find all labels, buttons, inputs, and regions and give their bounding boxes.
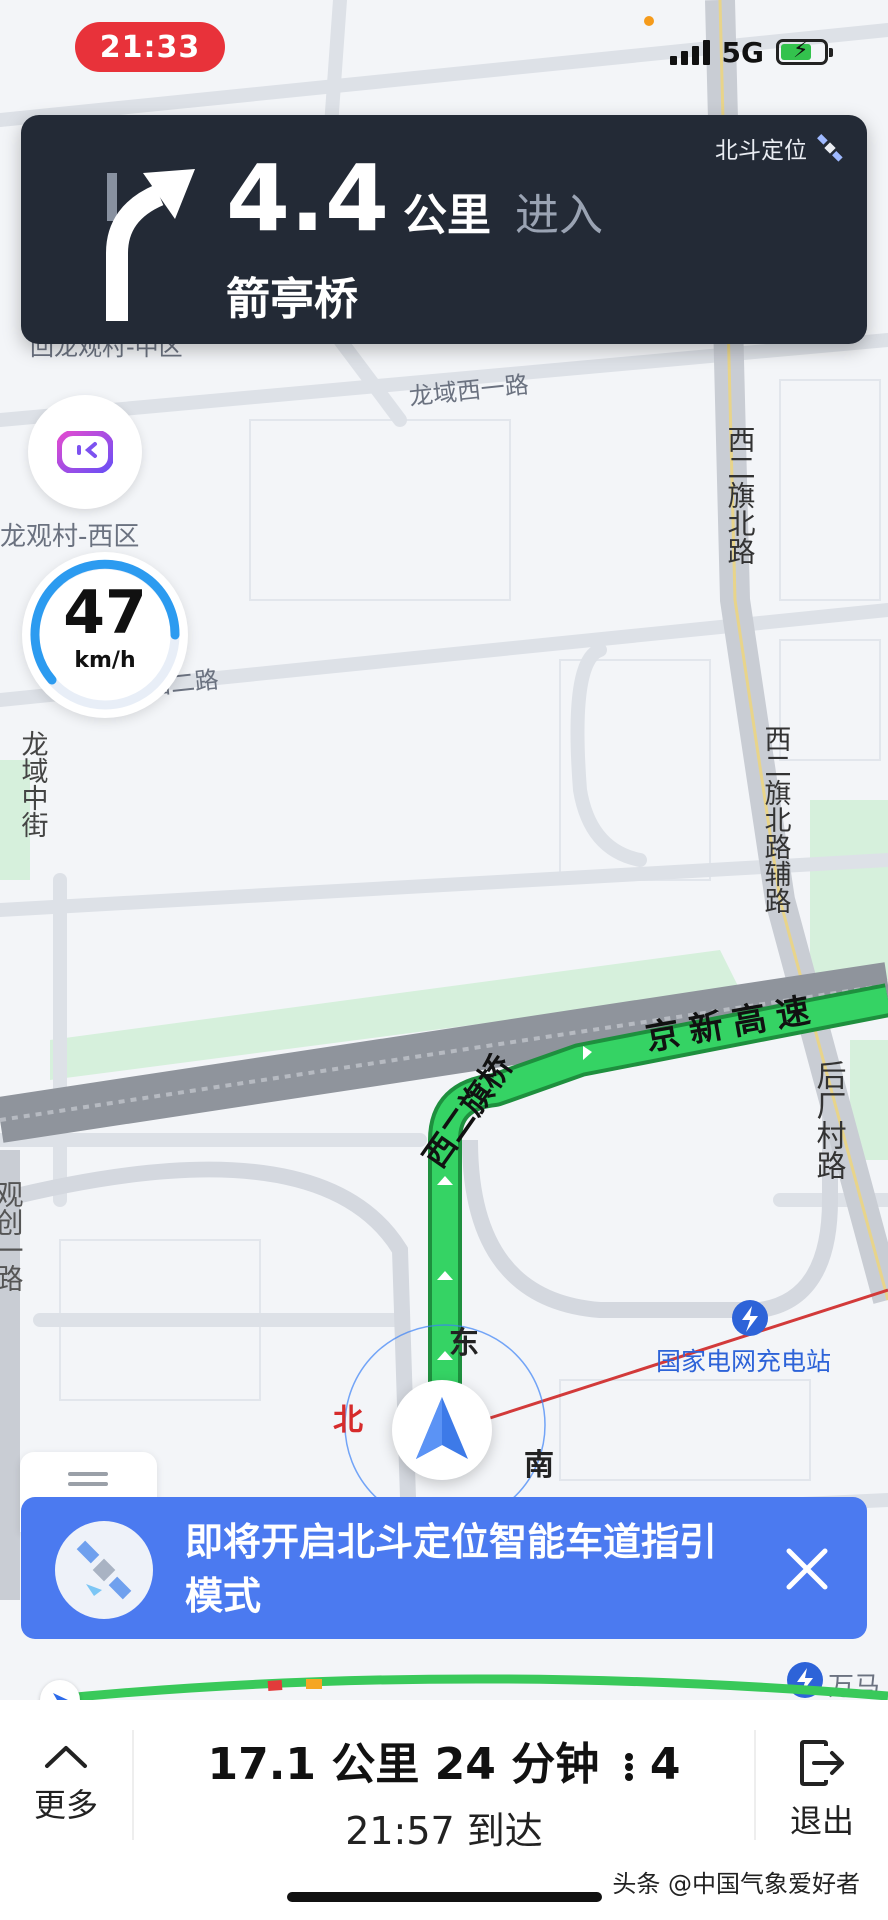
turn-distance: 4.4 公里 进入	[226, 153, 603, 245]
speedometer: 47 km/h	[22, 552, 188, 718]
compass-north: 北	[333, 1403, 363, 1438]
beidou-label: 北斗定位	[715, 138, 807, 164]
charging-station-icon[interactable]	[732, 1300, 768, 1336]
status-time[interactable]: 21:33	[75, 22, 225, 72]
exit-label: 退出	[789, 1802, 854, 1840]
battery-charging-icon: ⚡	[776, 38, 833, 65]
close-icon[interactable]	[779, 1541, 835, 1597]
arrival-time: 21:57 到达	[345, 1809, 543, 1853]
signal-icon	[669, 39, 710, 65]
turn-action: 进入	[514, 190, 603, 241]
exit-navigation-button[interactable]: 退出	[756, 1700, 888, 1850]
traffic-light-count: 4	[649, 1739, 681, 1790]
watermark: 头条 @中国气象爱好者	[612, 1870, 860, 1898]
more-label: 更多	[33, 1786, 98, 1824]
map-label: 西二旗北路	[724, 425, 757, 565]
exit-icon	[800, 1740, 844, 1786]
map-label: 龙域中街	[17, 730, 49, 838]
map-label: 后厂村路	[811, 1060, 847, 1180]
menu-icon	[68, 1472, 108, 1476]
map-label: 龙观村-西区	[0, 522, 139, 552]
home-indicator[interactable]	[287, 1892, 602, 1902]
map-label: 观创一路	[0, 1180, 25, 1292]
navigation-screen: 回龙观村-中区 龙域西一路 龙观村-西区 龙域西二路 国家电网充电站 万马 西二…	[0, 0, 888, 1920]
chevron-up-icon	[45, 1746, 87, 1768]
navigation-arrow-icon	[416, 1397, 468, 1459]
banner-message: 即将开启北斗定位智能车道指引模式	[185, 1520, 718, 1618]
privacy-indicator	[644, 16, 654, 26]
beidou-lane-guidance-banner[interactable]: 即将开启北斗定位智能车道指引模式	[21, 1497, 867, 1639]
trip-summary-text: 17.1 公里 24 分钟	[207, 1739, 600, 1790]
map-label: 国家电网充电站	[656, 1347, 831, 1376]
traffic-light-icon	[623, 1751, 635, 1783]
turn-instruction-card[interactable]: 北斗定位 4.4 公里 进入 箭亭桥	[21, 115, 867, 344]
status-icons: 5G ⚡	[669, 35, 833, 69]
car-position-marker	[392, 1380, 492, 1480]
map-label: 西二旗北路辅路	[760, 725, 792, 914]
more-button[interactable]: 更多	[0, 1700, 132, 1850]
trip-distance-time: 17.1 公里 24 分钟 4	[132, 1728, 756, 1792]
assistant-icon	[57, 431, 113, 473]
voice-assistant-button[interactable]	[28, 395, 142, 509]
network-type: 5G	[721, 35, 764, 69]
satellite-icon	[55, 1521, 153, 1619]
turn-right-icon	[106, 169, 195, 321]
distance-value: 4.4	[226, 145, 389, 252]
trip-summary[interactable]: 17.1 公里 24 分钟 4 21:57 到达	[132, 1728, 756, 1855]
speed-unit: km/h	[74, 648, 136, 673]
compass-east: 东	[449, 1326, 479, 1361]
compass-south: 南	[524, 1448, 554, 1483]
satellite-icon	[817, 134, 843, 162]
speed-value: 47	[63, 578, 147, 648]
next-road-name: 箭亭桥	[226, 274, 358, 325]
beidou-indicator: 北斗定位	[715, 131, 845, 165]
distance-unit: 公里	[402, 190, 491, 241]
